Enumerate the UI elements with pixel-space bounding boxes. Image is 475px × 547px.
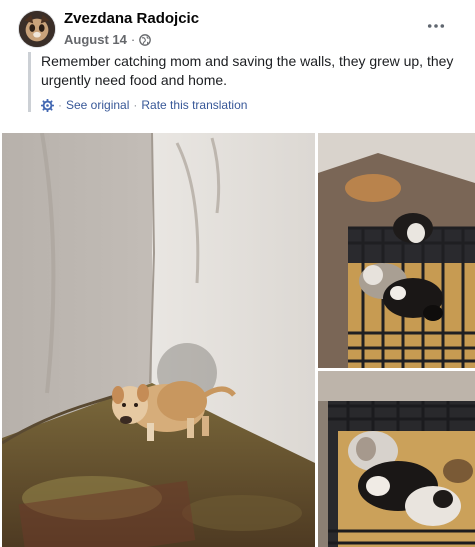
photo-puppies-crate-top[interactable]: [318, 133, 475, 368]
post-header: Zvezdana Radojcic August 14 ·: [18, 8, 458, 52]
translation-separator-1: ·: [58, 98, 62, 112]
author-name[interactable]: Zvezdana Radojcic: [64, 10, 199, 27]
more-options-icon: [427, 24, 445, 28]
gear-icon: [40, 98, 55, 112]
author-avatar[interactable]: [18, 10, 56, 48]
more-options-button[interactable]: [422, 14, 450, 38]
photo-puppies-crate-bottom[interactable]: [318, 371, 475, 547]
meta-separator: ·: [130, 32, 136, 47]
see-original-link[interactable]: See original: [66, 98, 129, 112]
post-text: Remember catching mom and saving the wal…: [41, 53, 454, 88]
avatar-image: [19, 11, 55, 47]
photo-puppy-corner[interactable]: [2, 133, 315, 547]
facebook-post: Zvezdana Radojcic August 14 · Remember c…: [0, 0, 475, 547]
translation-bar: · See original · Rate this translation: [40, 98, 460, 112]
globe-icon[interactable]: [139, 33, 152, 46]
post-date[interactable]: August 14: [64, 32, 127, 47]
post-meta: August 14 ·: [64, 32, 152, 47]
photo-grid: [0, 133, 475, 547]
translation-separator-2: ·: [133, 98, 138, 112]
post-body: Remember catching mom and saving the wal…: [28, 52, 460, 112]
rate-translation-link[interactable]: Rate this translation: [141, 98, 247, 112]
